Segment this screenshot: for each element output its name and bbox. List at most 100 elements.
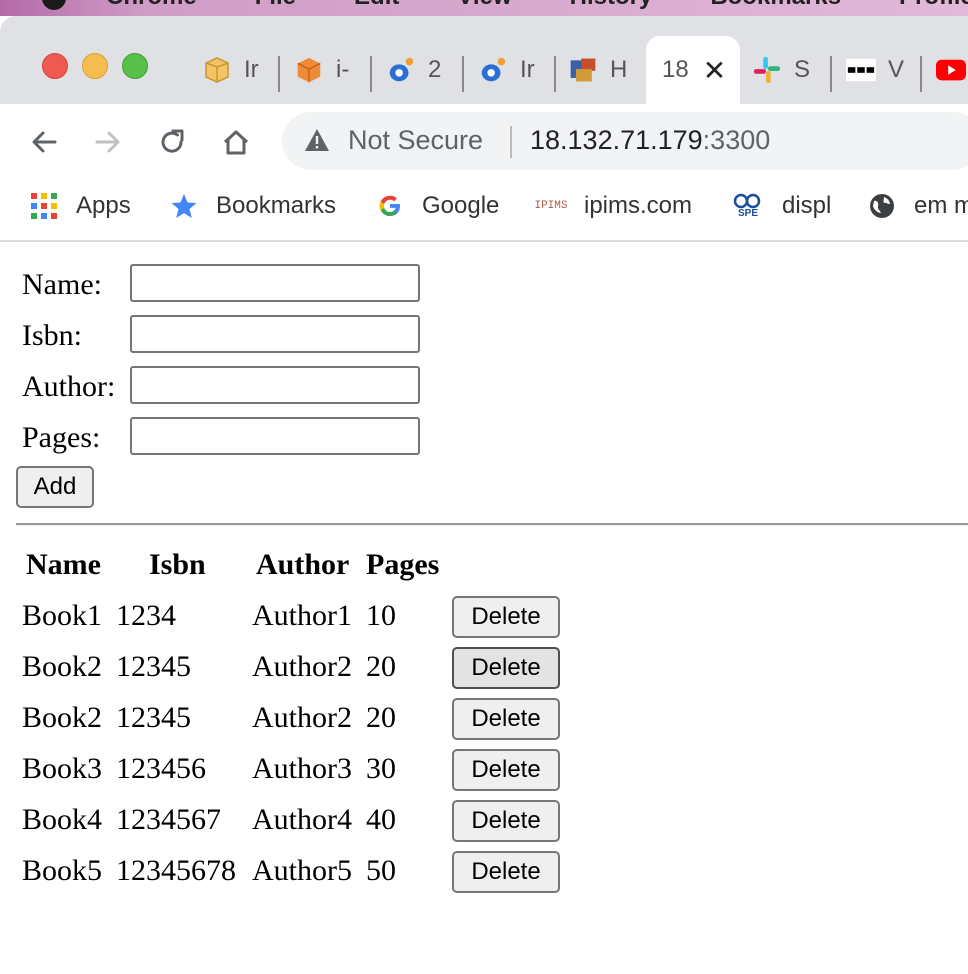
delete-button[interactable]: Delete	[452, 749, 560, 791]
close-window-button[interactable]	[42, 53, 68, 79]
tab-title: V	[888, 56, 905, 83]
youtube-icon	[936, 55, 966, 85]
header-pages: Pages	[366, 548, 440, 581]
name-label: Name:	[22, 268, 102, 301]
url-port: :3300	[702, 125, 771, 155]
warning-icon[interactable]	[304, 128, 330, 157]
bookmark-apps[interactable]: Apps	[30, 190, 131, 222]
cell-isbn: 12345678	[116, 854, 236, 887]
tab-divider	[830, 56, 832, 92]
tab-active[interactable]: 18 ✕	[646, 36, 740, 104]
bookmark-google[interactable]: Google	[376, 190, 499, 222]
delete-button[interactable]: Delete	[452, 698, 560, 740]
tab-title: i-	[336, 56, 350, 83]
home-icon	[223, 130, 249, 155]
ipims-icon: IPIMS	[534, 200, 568, 212]
cell-pages: 50	[366, 854, 396, 887]
delete-button[interactable]: Delete	[452, 596, 560, 638]
author-input[interactable]	[130, 366, 420, 404]
delete-button[interactable]: Delete	[452, 647, 560, 689]
bookmarks-bar: Apps Bookmarks Google IPIMS ipims.com SP…	[0, 176, 968, 242]
isbn-input[interactable]	[130, 315, 420, 353]
cube-icon	[294, 55, 324, 85]
isbn-label: Isbn:	[22, 319, 82, 352]
menu-edit[interactable]: Edit	[354, 0, 399, 11]
tab-4[interactable]: Ir	[478, 36, 554, 104]
globe-icon	[868, 192, 896, 220]
bookmark-label: displ	[782, 192, 832, 219]
tab-title: 18	[662, 56, 689, 83]
menu-chrome[interactable]: Chrome	[106, 0, 197, 11]
menu-bookmarks[interactable]: Bookmarks	[710, 0, 841, 11]
star-icon	[170, 192, 198, 220]
mac-menu-bar: Chrome File Edit View History Bookmarks …	[0, 0, 968, 16]
bookmark-ipims[interactable]: IPIMS ipims.com	[534, 190, 692, 222]
bookmark-displ[interactable]: SPE displ	[732, 190, 831, 222]
tab-3[interactable]: 2	[386, 36, 462, 104]
arrow-left-icon	[32, 131, 57, 153]
close-tab-icon[interactable]: ✕	[703, 54, 726, 87]
bookmark-bookmarks[interactable]: Bookmarks	[170, 190, 336, 222]
spe-icon: SPE	[732, 192, 764, 220]
menu-file[interactable]: File	[255, 0, 296, 11]
name-input[interactable]	[130, 264, 420, 302]
minimize-window-button[interactable]	[82, 53, 108, 79]
add-button[interactable]: Add	[16, 466, 94, 508]
tab-strip: Ir i- 2 Ir H 18 ✕ S V	[0, 16, 968, 104]
delete-button[interactable]: Delete	[452, 800, 560, 842]
url-text[interactable]: 18.132.71.179:3300	[530, 125, 770, 156]
tab-2[interactable]: i-	[294, 36, 370, 104]
cell-isbn: 1234	[116, 599, 176, 632]
bookmark-em[interactable]: em m	[868, 190, 968, 222]
tab-divider	[462, 56, 464, 92]
cell-isbn: 123456	[116, 752, 206, 785]
cell-name: Book2	[22, 701, 103, 734]
page-content: Name: Isbn: Author: Pages: Add Name Isbn…	[0, 242, 968, 974]
menu-view[interactable]: View	[457, 0, 511, 11]
tab-5[interactable]: H	[568, 36, 640, 104]
tab-title: Ir	[520, 56, 535, 83]
author-label: Author:	[22, 370, 116, 403]
google-icon	[376, 192, 404, 220]
tab-divider	[554, 56, 556, 92]
apps-grid-icon	[30, 192, 58, 220]
cell-name: Book3	[22, 752, 103, 785]
security-label[interactable]: Not Secure	[348, 125, 483, 156]
tab-7[interactable]: S	[752, 36, 830, 104]
zoom-window-button[interactable]	[122, 53, 148, 79]
tab-title: S	[794, 56, 811, 83]
spe-icon-text: SPE	[737, 208, 758, 219]
home-button[interactable]	[216, 122, 256, 162]
cell-name: Book4	[22, 803, 103, 836]
header-name: Name	[26, 548, 101, 581]
pages-input[interactable]	[130, 417, 420, 455]
cell-name: Book5	[22, 854, 103, 887]
forward-button[interactable]	[88, 122, 128, 162]
tab-divider	[920, 56, 922, 92]
cell-author: Author3	[252, 752, 352, 785]
arrow-right-icon	[95, 131, 120, 153]
menu-history[interactable]: History	[570, 0, 653, 11]
reload-button[interactable]	[152, 122, 192, 162]
tab-title: 2	[428, 56, 442, 83]
back-button[interactable]	[24, 122, 64, 162]
menu-profiles[interactable]: Profiles	[899, 0, 968, 11]
address-bar[interactable]: Not Secure 18.132.71.179:3300	[282, 112, 968, 170]
header-author: Author	[256, 548, 350, 581]
header-isbn: Isbn	[149, 548, 206, 581]
tab-title: Ir	[244, 56, 259, 83]
cell-pages: 20	[366, 650, 396, 683]
divider	[16, 523, 968, 526]
tab-8[interactable]: V	[846, 36, 916, 104]
cell-isbn: 12345	[116, 701, 191, 734]
cell-name: Book1	[22, 599, 103, 632]
cell-pages: 20	[366, 701, 396, 734]
bookmark-label: ipims.com	[584, 192, 693, 219]
cell-author: Author4	[252, 803, 352, 836]
tab-9[interactable]	[936, 36, 968, 104]
cell-name: Book2	[22, 650, 103, 683]
cell-pages: 40	[366, 803, 396, 836]
tab-1[interactable]: Ir	[202, 36, 278, 104]
delete-button[interactable]: Delete	[452, 851, 560, 893]
bookmark-label: Apps	[76, 192, 131, 219]
